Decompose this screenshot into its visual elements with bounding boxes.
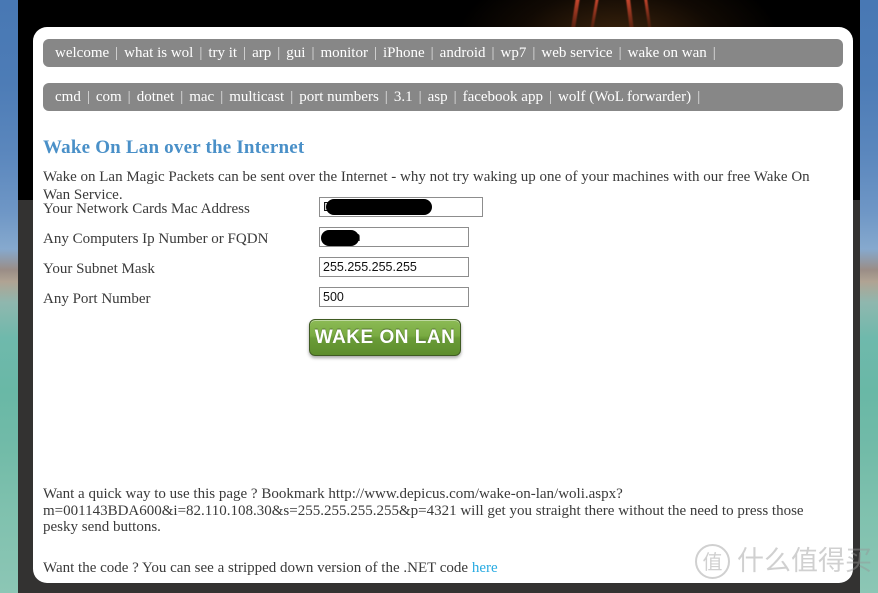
nav-separator: | (491, 45, 495, 61)
nav-item-arp[interactable]: arp (252, 45, 271, 61)
nav-separator: | (453, 89, 457, 105)
nav-item-facebook-app[interactable]: facebook app (463, 89, 543, 105)
primary-navigation[interactable]: welcome | what is wol | try it | arp | gui | monit… (43, 39, 843, 67)
nav-separator: | (290, 89, 294, 105)
nav-item-what-is-wol[interactable]: what is wol (124, 45, 193, 61)
form-row-subnet: Your Subnet Mask (43, 257, 843, 287)
nav-separator: | (86, 89, 90, 105)
nav-separator: | (180, 89, 184, 105)
code-instructions-text: Want the code ? You can see a stripped d… (43, 560, 472, 576)
form-row-mac: Your Network Cards Mac Address (43, 197, 843, 227)
nav-separator: | (199, 45, 203, 61)
nav-item-iphone[interactable]: iPhone (383, 45, 425, 61)
nav-separator: | (548, 89, 552, 105)
nav-item-gui[interactable]: gui (286, 45, 305, 61)
nav-item-try-it[interactable]: try it (208, 45, 237, 61)
content-card: welcome | what is wol | try it | arp | gui | monit… (33, 27, 853, 583)
nav-separator: | (430, 45, 434, 61)
nav-item-welcome[interactable]: welcome (55, 45, 109, 61)
nav-separator: | (243, 45, 247, 61)
nav-item-web-service[interactable]: web service (541, 45, 612, 61)
nav-separator: | (384, 89, 388, 105)
label-ip-or-fqdn: Any Computers Ip Number or FQDN (43, 231, 269, 247)
nav-separator: | (220, 89, 224, 105)
label-port-number: Any Port Number (43, 291, 151, 307)
nav-separator: | (618, 45, 622, 61)
nav-item-dotnet[interactable]: dotnet (137, 89, 175, 105)
subnet-mask-input[interactable] (319, 257, 469, 277)
nav-separator: | (418, 89, 422, 105)
secondary-navigation[interactable]: cmd | com | dotnet | mac | multicast | port number… (43, 83, 843, 111)
nav-separator: | (532, 45, 536, 61)
nav-item-wp7[interactable]: wp7 (501, 45, 527, 61)
label-subnet-mask: Your Subnet Mask (43, 261, 155, 277)
code-here-link[interactable]: here (472, 560, 498, 576)
nav-item-com[interactable]: com (96, 89, 122, 105)
nav-separator: | (311, 45, 315, 61)
nav-item-3-1[interactable]: 3.1 (394, 89, 413, 105)
label-mac-address: Your Network Cards Mac Address (43, 201, 250, 217)
nav-item-wake-on-wan[interactable]: wake on wan (628, 45, 707, 61)
nav-separator: | (697, 89, 701, 105)
ip-or-fqdn-input[interactable] (319, 227, 469, 247)
form-row-ip: Any Computers Ip Number or FQDN (43, 227, 843, 257)
nav-item-mac[interactable]: mac (189, 89, 214, 105)
bookmark-instructions: Want a quick way to use this page ? Book… (43, 486, 804, 535)
nav-item-asp[interactable]: asp (428, 89, 448, 105)
nav-item-port-numbers[interactable]: port numbers (299, 89, 379, 105)
port-number-input[interactable] (319, 287, 469, 307)
nav-separator: | (373, 45, 377, 61)
wake-on-lan-form: Your Network Cards Mac Address Any Compu… (43, 197, 843, 317)
nav-separator: | (127, 89, 131, 105)
code-instructions: Want the code ? You can see a stripped d… (43, 560, 833, 577)
nav-separator: | (712, 45, 716, 61)
nav-item-cmd[interactable]: cmd (55, 89, 81, 105)
nav-item-multicast[interactable]: multicast (229, 89, 284, 105)
page-title: Wake On Lan over the Internet (43, 136, 305, 158)
mac-address-input[interactable] (319, 197, 483, 217)
form-row-port: Any Port Number (43, 287, 843, 317)
nav-separator: | (115, 45, 119, 61)
nav-separator: | (277, 45, 281, 61)
nav-item-monitor[interactable]: monitor (320, 45, 368, 61)
nav-item-android[interactable]: android (440, 45, 486, 61)
nav-item-wolf-wol-forwarder[interactable]: wolf (WoL forwarder) (558, 89, 691, 105)
wake-on-lan-button[interactable]: WAKE ON LAN (309, 319, 461, 356)
